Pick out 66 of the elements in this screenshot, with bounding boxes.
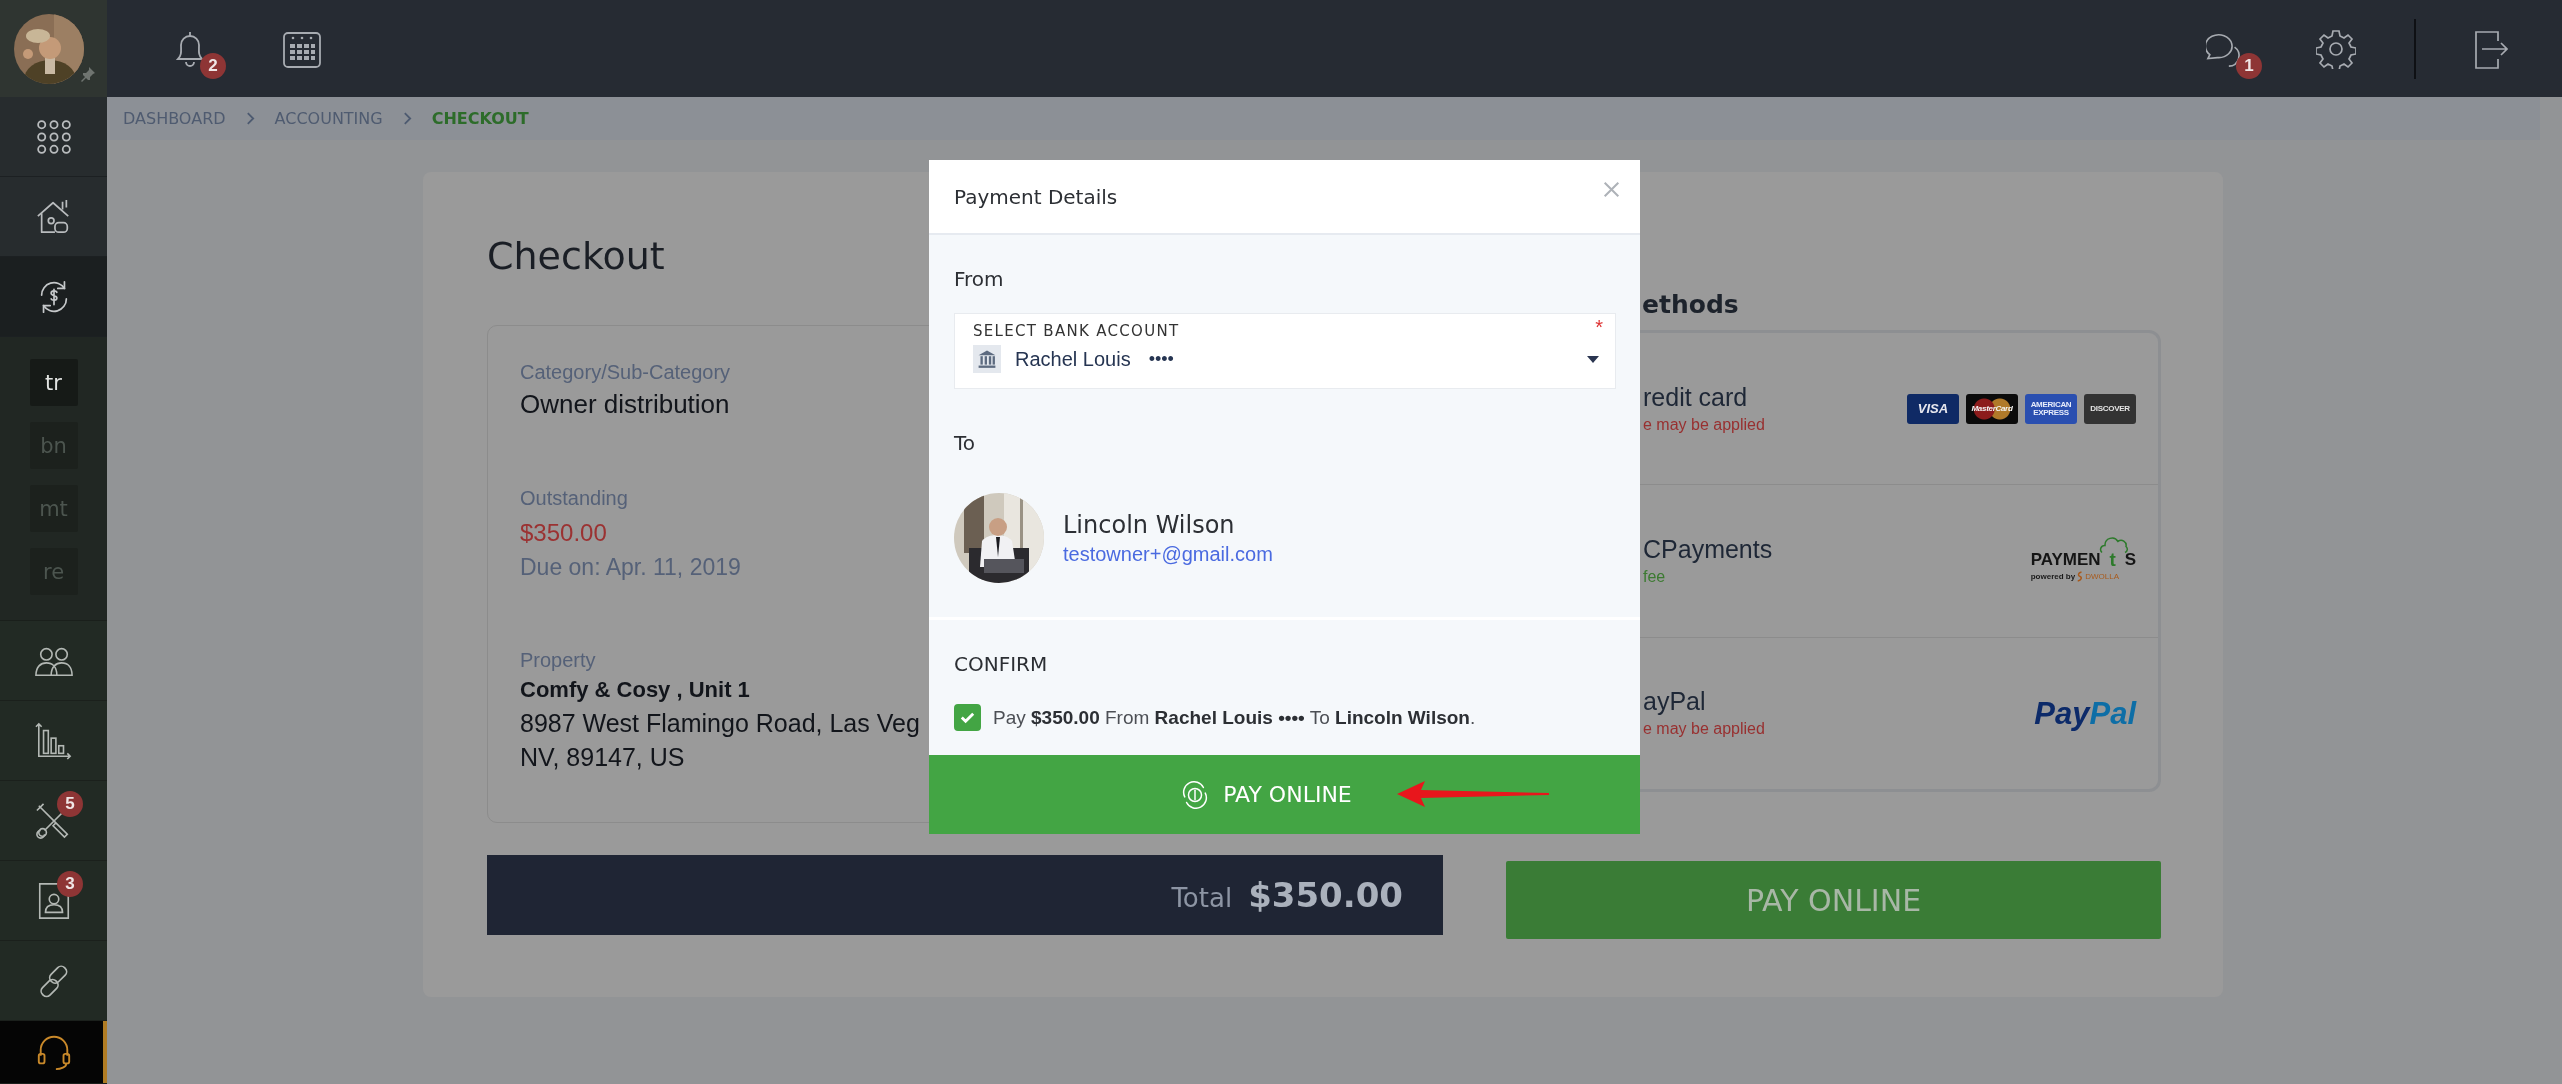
card-logo: AMERICAN EXPRESS	[2025, 393, 2077, 424]
method-note: fee	[1643, 567, 1667, 587]
confirm-checkbox[interactable]	[954, 704, 981, 731]
apps-icon	[34, 117, 73, 156]
settings-icon	[2316, 28, 2356, 69]
bar-chart-icon	[34, 721, 73, 760]
pay-online-button[interactable]: PAY ONLINE	[1506, 861, 2161, 939]
sidebar-item[interactable]	[0, 97, 107, 177]
bank-account-dropdown[interactable]: SELECT BANK ACCOUNT * Rachel Louis ••••	[954, 313, 1616, 389]
shortcut-button[interactable]: tr	[29, 359, 78, 406]
logo-text: DWOLLA	[2085, 572, 2119, 582]
method-note: e may be applied	[1643, 719, 1765, 740]
section-heading: ethods	[1642, 290, 1739, 320]
amount-text: $350.00	[520, 518, 607, 548]
field-label: Category/Sub-Category	[520, 360, 731, 385]
logout-icon	[2474, 28, 2508, 69]
field-label: SELECT BANK ACCOUNT	[973, 321, 1181, 342]
section-label: CONFIRM	[954, 651, 1048, 678]
logo-text: t	[2109, 551, 2116, 570]
card-logo: VISA	[1907, 393, 1959, 424]
field-label: Property	[520, 648, 596, 673]
section-label: To	[954, 430, 976, 457]
pointer-arrow-icon	[1395, 780, 1551, 808]
property-name: Comfy & Cosy , Unit 1	[520, 676, 750, 704]
count-badge: 5	[57, 791, 83, 817]
email-link[interactable]: testowner+@gmail.com	[1063, 542, 1273, 566]
due-date: Due on: Apr. 11, 2019	[520, 553, 741, 582]
field-value: Owner distribution	[520, 388, 730, 421]
total-amount: $350.00	[1248, 875, 1403, 915]
confirm-text: Pay $350.00 From Rachel Louis •••• To Lincoln Wilson.	[993, 706, 1476, 729]
chevron-icon	[245, 112, 255, 125]
logo-text: Pay	[2034, 695, 2090, 731]
method-title: ayPal	[1643, 686, 1707, 718]
swirl-icon	[2077, 571, 2084, 583]
total-label: Total	[1171, 883, 1233, 913]
logout-button[interactable]	[2474, 28, 2508, 69]
logo-text: PAYMEN	[2030, 551, 2101, 570]
count-badge: 3	[57, 871, 83, 897]
field-label: Outstanding	[520, 486, 628, 511]
section-label: From	[954, 266, 1004, 293]
logo-text: powered by	[2030, 572, 2076, 582]
method-title: CPayments	[1643, 534, 1773, 565]
method-note: e may be applied	[1643, 414, 1765, 435]
sidebar-item[interactable]	[0, 257, 107, 337]
logo-text: S	[2124, 551, 2136, 570]
pin-icon[interactable]	[80, 66, 96, 82]
masked-number: ••••	[1148, 348, 1174, 370]
card-logo: DISCOVER	[2084, 393, 2136, 424]
address-line: NV, 89147, US	[520, 742, 685, 773]
count-badge: 1	[2236, 52, 2262, 79]
chevron-icon	[402, 112, 412, 125]
caret-icon	[1587, 355, 1599, 363]
exchange-icon	[1181, 780, 1210, 809]
method-title: redit card	[1643, 381, 1749, 413]
logo-text: Pal	[2089, 695, 2136, 731]
recipient-name: Lincoln Wilson	[1063, 510, 1235, 539]
bank-icon	[973, 345, 1001, 373]
settings-button[interactable]	[2316, 28, 2356, 69]
pay-online-button[interactable]: PAY ONLINE	[929, 755, 1640, 834]
count-badge: 2	[200, 52, 226, 79]
sidebar-item[interactable]	[0, 1021, 107, 1084]
sidebar-item[interactable]	[0, 177, 107, 257]
page-title: Checkout	[487, 233, 665, 280]
address-line: 8987 West Flamingo Road, Las Veg	[520, 708, 920, 739]
dialog-title: Payment Details	[954, 184, 1118, 209]
account-name: Rachel Louis	[1015, 347, 1131, 371]
